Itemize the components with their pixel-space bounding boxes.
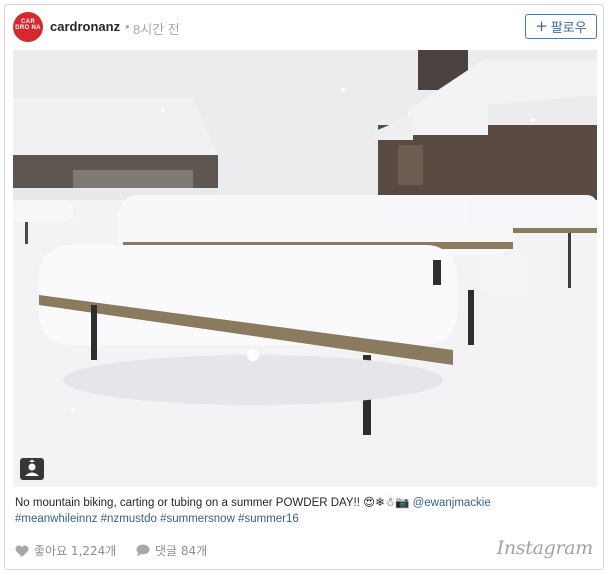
avatar[interactable]: CAR DRO NA xyxy=(13,12,43,42)
follow-button-label: 팔로우 xyxy=(550,21,587,36)
snowy-picnic-bench-image xyxy=(13,50,597,487)
user-profile-icon[interactable] xyxy=(20,458,44,480)
person-glyph xyxy=(25,459,39,476)
caption-text: No mountain biking, carting or tubing on… xyxy=(15,497,364,509)
post-footer: 좋아요 1,224개 댓글 84개 Instagram xyxy=(5,535,603,565)
comments-count: 댓글 84개 xyxy=(155,544,208,558)
timestamp: 8시간 전 xyxy=(133,22,180,37)
avatar-logo-text: CAR DRO NA xyxy=(15,19,41,31)
comment-count-group[interactable]: 댓글 84개 xyxy=(136,542,207,559)
plus-icon: + xyxy=(535,17,548,35)
comment-bubble-icon xyxy=(136,544,150,557)
post-photo[interactable] xyxy=(13,50,597,487)
post-header: CAR DRO NA cardronanz • 8시간 전 + 팔로우 xyxy=(5,5,603,49)
username[interactable]: cardronanz xyxy=(50,19,120,34)
caption-emoji: 😍❄☃📷 xyxy=(363,497,410,509)
heart-icon xyxy=(15,545,29,557)
follow-button[interactable]: + 팔로우 xyxy=(525,14,597,39)
likes-count: 좋아요 1,224개 xyxy=(34,544,117,558)
caption-hashtags[interactable]: #meanwhileinnz #nzmustdo #summersnow #su… xyxy=(15,513,299,525)
separator-dot: • xyxy=(125,19,130,34)
instagram-logo[interactable]: Instagram xyxy=(497,537,594,559)
like-count-group[interactable]: 좋아요 1,224개 xyxy=(15,542,116,559)
post-caption: No mountain biking, carting or tubing on… xyxy=(15,495,595,527)
caption-mention[interactable]: @ewanjmackie xyxy=(413,497,491,509)
instagram-post-card: CAR DRO NA cardronanz • 8시간 전 + 팔로우 No m… xyxy=(4,4,604,570)
